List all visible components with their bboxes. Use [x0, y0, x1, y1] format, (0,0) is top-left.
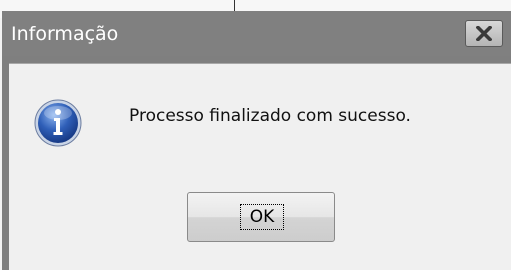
dialog-titlebar[interactable]: Informação — [2, 11, 511, 56]
focus-rectangle — [240, 204, 284, 230]
close-icon — [476, 26, 492, 41]
message-dialog: Informação Processo finalizado com suces… — [2, 11, 511, 270]
dialog-body: Processo finalizado com sucesso. OK — [9, 63, 511, 270]
dialog-title: Informação — [11, 23, 119, 45]
close-button[interactable] — [465, 20, 503, 47]
ok-button[interactable]: OK — [187, 192, 335, 242]
information-icon — [34, 99, 82, 147]
dialog-message: Processo finalizado com sucesso. — [129, 106, 411, 126]
